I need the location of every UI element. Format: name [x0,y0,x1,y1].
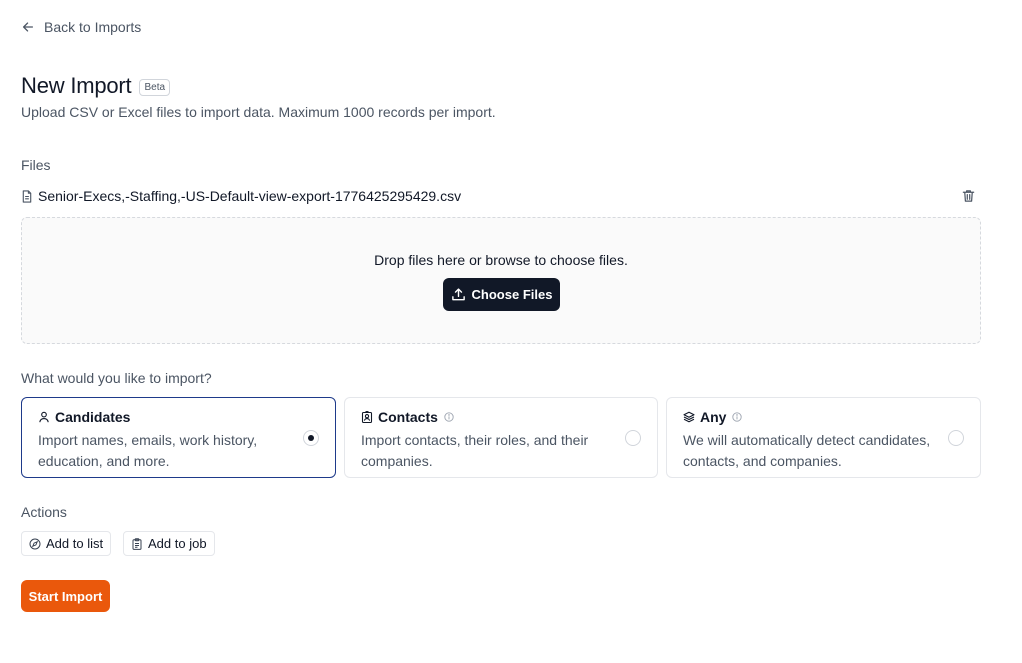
upload-icon [451,288,465,301]
option-contacts-title: Contacts [378,409,438,425]
option-candidates-title: Candidates [55,409,131,425]
page-title: New Import [21,73,132,98]
option-any[interactable]: Any We will automatically detect candida… [666,397,981,478]
back-link-label: Back to Imports [44,19,142,35]
info-icon[interactable] [732,412,743,422]
option-any-header: Any [683,409,743,425]
add-to-list-label: Add to list [46,536,104,551]
option-contacts-header: Contacts [361,409,454,425]
add-to-job-button[interactable]: Add to job [123,531,215,556]
option-candidates-header: Candidates [38,409,130,425]
option-contacts[interactable]: Contacts Import contacts, their roles, a… [344,397,658,478]
choose-files-button[interactable]: Choose Files [443,278,560,311]
radio-any[interactable] [948,430,964,446]
layers-icon [683,411,695,423]
file-icon [21,189,33,203]
compass-icon [29,538,41,549]
option-candidates-description: Import names, emails, work history, educ… [38,432,258,469]
page-header: New Import Beta [21,73,171,99]
choose-files-label: Choose Files [471,287,553,302]
radio-candidates[interactable] [303,430,319,446]
file-item: Senior-Execs,-Staffing,-US-Default-view-… [21,186,981,206]
info-icon[interactable] [444,412,454,422]
option-any-title: Any [700,409,727,425]
file-dropzone[interactable]: Drop files here or browse to choose file… [21,217,981,344]
add-to-job-label: Add to job [148,536,207,551]
user-icon [39,411,49,423]
beta-badge: Beta [139,78,171,96]
import-type-question: What would you like to import? [21,370,212,386]
radio-contacts[interactable] [625,430,641,446]
actions-section-label: Actions [21,504,67,520]
page-subtitle: Upload CSV or Excel files to import data… [21,104,496,120]
option-contacts-description: Import contacts, their roles, and their … [361,432,589,469]
dropzone-text: Drop files here or browse to choose file… [374,252,628,268]
option-candidates[interactable]: Candidates Import names, emails, work hi… [21,397,336,478]
contact-badge-icon [361,411,373,423]
clipboard-icon [132,537,142,550]
arrow-left-icon [22,22,34,32]
add-to-list-button[interactable]: Add to list [21,531,112,556]
option-any-description: We will automatically detect candidates,… [683,432,931,469]
files-section-label: Files [21,157,51,173]
back-to-imports-link[interactable]: Back to Imports [21,19,141,35]
start-import-button[interactable]: Start Import [21,580,110,612]
file-name: Senior-Execs,-Staffing,-US-Default-view-… [38,188,462,204]
remove-file-trash-icon[interactable] [961,188,976,204]
